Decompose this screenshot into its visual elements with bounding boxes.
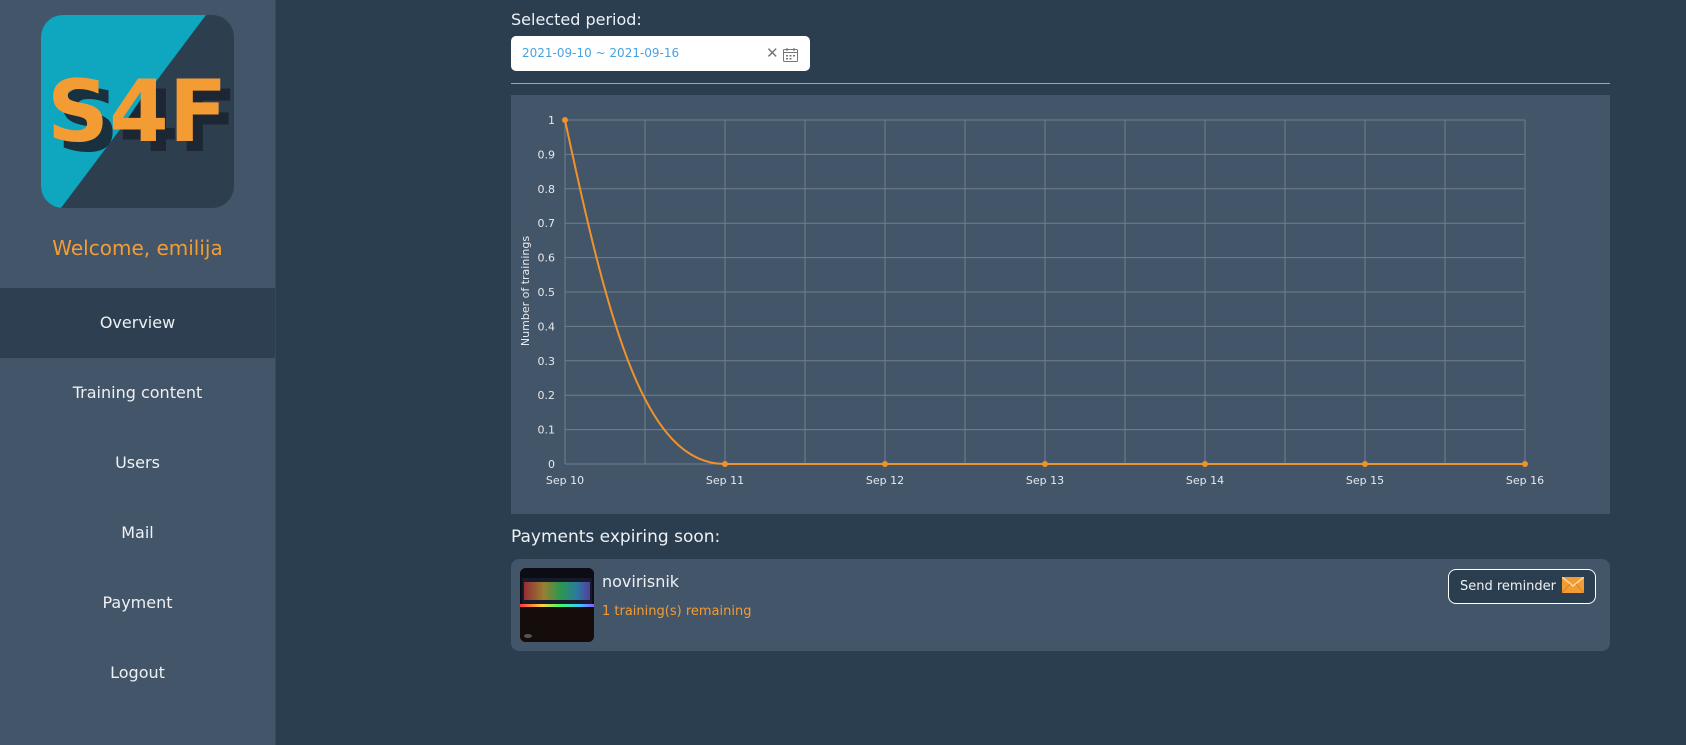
- close-icon[interactable]: ✕: [766, 44, 779, 62]
- calendar-icon[interactable]: [783, 47, 798, 66]
- y-tick-label: 0.8: [538, 183, 556, 196]
- payment-user-name: novirisnik: [602, 572, 680, 591]
- date-range-value[interactable]: 2021-09-10 ~ 2021-09-16: [522, 46, 679, 60]
- send-reminder-label: Send reminder: [1459, 579, 1557, 594]
- y-tick-label: 0.2: [538, 389, 556, 402]
- y-tick-label: 0: [548, 458, 555, 471]
- x-tick-label: Sep 15: [1346, 474, 1384, 487]
- x-tick-label: Sep 11: [706, 474, 744, 487]
- data-point[interactable]: [1202, 461, 1208, 467]
- sidebar-item-logout[interactable]: Logout: [0, 638, 275, 708]
- sidebar-item-payment[interactable]: Payment: [0, 568, 275, 638]
- payments-label: Payments expiring soon:: [511, 527, 721, 547]
- y-tick-label: 0.4: [538, 320, 556, 333]
- divider: [511, 83, 1610, 84]
- y-tick-label: 0.5: [538, 286, 556, 299]
- y-tick-label: 0.7: [538, 217, 556, 230]
- x-tick-label: Sep 16: [1506, 474, 1544, 487]
- x-tick-label: Sep 13: [1026, 474, 1064, 487]
- x-tick-label: Sep 12: [866, 474, 904, 487]
- x-tick-label: Sep 10: [546, 474, 584, 487]
- y-axis-label: Number of trainings: [519, 236, 532, 346]
- payment-remaining: 1 training(s) remaining: [602, 604, 752, 619]
- data-point[interactable]: [562, 117, 568, 123]
- trainings-chart: 0 0.1 0.2 0.3 0.4 0.5 0.6 0.7 0.8 0.9 1 Sep 10 Sep 1…: [511, 95, 1610, 514]
- date-range-picker[interactable]: 2021-09-10 ~ 2021-09-16 ✕: [511, 36, 810, 71]
- y-tick-label: 0.9: [538, 148, 556, 161]
- y-tick-label: 0.6: [538, 252, 556, 265]
- sidebar-item-overview[interactable]: Overview: [0, 288, 275, 358]
- sidebar-item-users[interactable]: Users: [0, 428, 275, 498]
- logo-text: S4F: [47, 62, 228, 162]
- sidebar: S4F S4F Welcome, emilija Overview Traini…: [0, 0, 276, 745]
- user-avatar: [520, 568, 594, 642]
- data-point[interactable]: [722, 461, 728, 467]
- sidebar-nav: Overview Training content Users Mail Pay…: [0, 288, 275, 708]
- sidebar-item-training-content[interactable]: Training content: [0, 358, 275, 428]
- data-point[interactable]: [1362, 461, 1368, 467]
- y-tick-label: 0.1: [538, 424, 556, 437]
- data-point[interactable]: [1042, 461, 1048, 467]
- envelope-icon: [1561, 575, 1585, 597]
- logo: S4F S4F: [41, 15, 234, 208]
- data-point[interactable]: [882, 461, 888, 467]
- data-point[interactable]: [1522, 461, 1528, 467]
- welcome-text: Welcome, emilija: [52, 236, 223, 260]
- y-tick-label: 0.3: [538, 355, 556, 368]
- period-label: Selected period:: [511, 10, 642, 29]
- sidebar-item-mail[interactable]: Mail: [0, 498, 275, 568]
- payment-card: novirisnik 1 training(s) remaining Send …: [511, 559, 1610, 651]
- send-reminder-button[interactable]: Send reminder: [1448, 569, 1596, 604]
- x-tick-label: Sep 14: [1186, 474, 1224, 487]
- trainings-chart-svg: 0 0.1 0.2 0.3 0.4 0.5 0.6 0.7 0.8 0.9 1 Sep 10 Sep 1…: [519, 114, 1544, 487]
- y-tick-label: 1: [548, 114, 555, 127]
